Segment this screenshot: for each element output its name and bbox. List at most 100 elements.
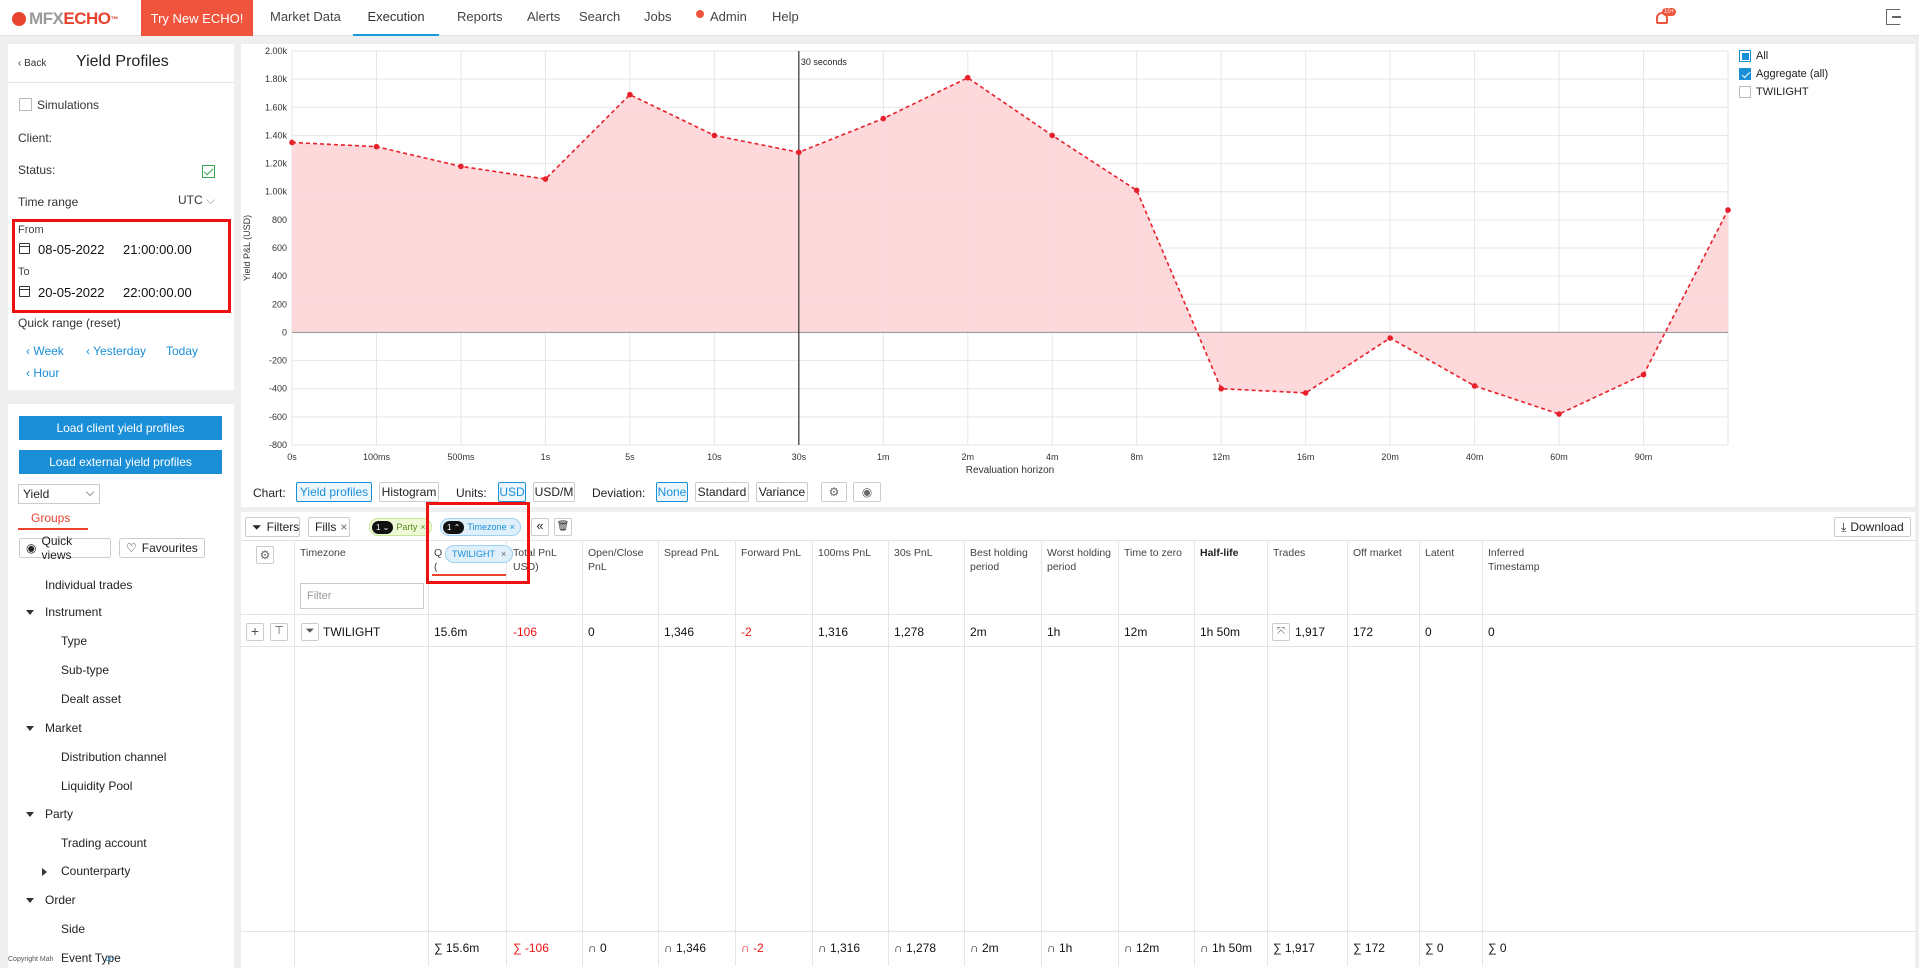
logout-icon[interactable] [1886, 9, 1901, 25]
filters-button[interactable]: ⏷ Filters [245, 517, 300, 537]
metric-select[interactable]: Yield [18, 484, 100, 504]
timezone-select[interactable]: UTC ⌵ [178, 193, 215, 208]
to-date-input[interactable]: 20-05-2022 [38, 285, 105, 300]
notification-bell-icon[interactable]: 10+ [1654, 8, 1677, 28]
nav-reports[interactable]: Reports [457, 0, 503, 36]
nav-jobs[interactable]: Jobs [644, 0, 671, 36]
yield-profile-chart[interactable]: 2.00k 1.80k 1.60k 1.40k 1.20k 1.00k 800 600 400 2… [241, 44, 1915, 474]
col-header-time-to-zero[interactable]: Time to zero [1124, 546, 1182, 560]
download-button[interactable]: ⤓ Download [1834, 517, 1911, 537]
caret-down-icon[interactable] [26, 726, 34, 731]
tree-item-type[interactable]: Type [61, 634, 87, 648]
close-icon[interactable]: × [501, 549, 506, 559]
pin-top-icon[interactable]: ⊤ [270, 623, 288, 641]
quick-range-reset[interactable]: Quick range (reset) [18, 316, 121, 330]
nav-market-data[interactable]: Market Data [270, 0, 341, 36]
chart-histogram-button[interactable]: Histogram [379, 482, 439, 502]
twilight-filter-tag[interactable]: TWILIGHT × [445, 545, 514, 563]
favourites-button[interactable]: ♡ Favourites [119, 538, 205, 558]
chart-settings-gear-icon[interactable]: ⚙ [821, 482, 847, 502]
quick-range-week[interactable]: ‹ Week [26, 344, 64, 358]
col-header-timezone[interactable]: Timezone [300, 546, 346, 560]
deviation-variance-button[interactable]: Variance [756, 482, 808, 502]
status-checkbox[interactable] [202, 165, 215, 178]
col-header-spread-pnl[interactable]: Spread PnL [664, 546, 719, 560]
quick-views-button[interactable]: ◉ Quick views [19, 534, 111, 562]
close-icon[interactable]: × [420, 522, 425, 532]
tree-item-liquidity-pool[interactable]: Liquidity Pool [61, 779, 132, 793]
caret-down-icon[interactable] [26, 898, 34, 903]
chart-visibility-eye-icon[interactable]: ◉ [853, 482, 881, 502]
caret-down-icon[interactable] [26, 610, 34, 615]
tree-item-individual-trades[interactable]: Individual trades [45, 578, 132, 592]
tree-item-dealt-asset[interactable]: Dealt asset [61, 692, 121, 706]
col-header-off-market[interactable]: Off market [1353, 546, 1402, 560]
row-filter-icon[interactable]: ⏷ [301, 623, 319, 641]
simulations-checkbox[interactable] [19, 98, 32, 111]
legend-all-checkbox[interactable] [1739, 50, 1751, 62]
double-chevron-left-icon[interactable]: « [531, 518, 549, 536]
col-header-open-close-pnl[interactable]: Open/Close PnL [588, 546, 643, 574]
col-header-half-life[interactable]: Half-life [1200, 546, 1239, 560]
data-point [627, 91, 633, 98]
tree-item-distribution-channel[interactable]: Distribution channel [61, 750, 166, 764]
nav-help[interactable]: Help [772, 0, 799, 36]
caret-right-icon[interactable] [42, 868, 47, 876]
calendar-icon[interactable] [19, 243, 30, 254]
col-header-30s-pnl[interactable]: 30s PnL [894, 546, 933, 560]
expand-plus-icon[interactable]: + [246, 623, 264, 641]
tree-item-counterparty[interactable]: Counterparty [61, 864, 130, 878]
load-client-yield-profiles-button[interactable]: Load client yield profiles [19, 416, 222, 440]
tree-item-party[interactable]: Party [45, 807, 73, 821]
col-header-forward-pnl[interactable]: Forward PnL [741, 546, 801, 560]
fills-filter-chip[interactable]: Fills × [308, 517, 350, 537]
legend-aggregate-checkbox[interactable] [1739, 68, 1751, 80]
quick-range-today[interactable]: Today [166, 344, 198, 358]
close-icon[interactable]: × [340, 520, 347, 534]
timezone-filter-input[interactable]: Filter [300, 583, 424, 609]
nav-admin[interactable]: Admin [696, 0, 747, 36]
metric-select-value: Yield [23, 487, 50, 501]
back-link[interactable]: ‹ Back [18, 58, 46, 69]
tree-item-side[interactable]: Side [61, 922, 85, 936]
col-header-100ms-pnl[interactable]: 100ms PnL [818, 546, 871, 560]
col-divider [1267, 540, 1268, 966]
quick-range-hour[interactable]: ‹ Hour [26, 366, 59, 380]
nav-execution[interactable]: Execution [353, 0, 439, 36]
units-usd-per-m-button[interactable]: USD/M [533, 482, 575, 502]
data-point [796, 149, 802, 156]
quick-range-yesterday[interactable]: ‹ Yesterday [86, 344, 146, 358]
tree-item-market[interactable]: Market [45, 721, 82, 735]
to-time-input[interactable]: 22:00:00.00 [123, 285, 192, 300]
from-date-input[interactable]: 08-05-2022 [38, 242, 105, 257]
deviation-none-button[interactable]: None [656, 482, 688, 502]
expand-trades-icon[interactable]: ⤧ [1272, 623, 1290, 641]
trash-icon[interactable]: 🗑 [554, 518, 572, 536]
try-new-echo-button[interactable]: Try New ECHO! [141, 0, 253, 36]
tree-item-sub-type[interactable]: Sub-type [61, 663, 109, 677]
chart-yield-profiles-button[interactable]: Yield profiles [296, 482, 372, 502]
tab-groups[interactable]: Groups [31, 511, 70, 525]
tree-item-trading-account[interactable]: Trading account [61, 836, 147, 850]
nav-alerts[interactable]: Alerts [527, 0, 560, 36]
col-header-trades[interactable]: Trades [1273, 546, 1305, 560]
col-header-inferred-timestamp[interactable]: Inferred Timestamp [1488, 546, 1540, 574]
tree-item-instrument[interactable]: Instrument [45, 605, 102, 619]
col-header-latent[interactable]: Latent [1425, 546, 1454, 560]
col-header-worst-holding-period[interactable]: Worst holding period [1047, 546, 1111, 574]
nav-search[interactable]: Search [579, 0, 620, 36]
calendar-icon[interactable] [19, 286, 30, 297]
eye-icon: ◉ [26, 541, 37, 555]
col-header-best-holding-period[interactable]: Best holding period [970, 546, 1028, 574]
legend-twilight-checkbox[interactable] [1739, 86, 1751, 98]
units-usd-button[interactable]: USD [498, 482, 526, 502]
tree-item-order[interactable]: Order [45, 893, 76, 907]
deviation-standard-button[interactable]: Standard [695, 482, 749, 502]
party-filter-chip[interactable]: 1 ⌄ Party × [369, 518, 432, 536]
y-tick-label: 1.60k [265, 102, 288, 112]
from-time-input[interactable]: 21:00:00.00 [123, 242, 192, 257]
caret-down-icon[interactable] [26, 812, 34, 817]
grid-settings-gear-icon[interactable]: ⚙ [256, 546, 274, 564]
mfx-echo-logo[interactable]: MFX ECHO ™ [12, 9, 118, 29]
load-external-yield-profiles-button[interactable]: Load external yield profiles [19, 450, 222, 474]
